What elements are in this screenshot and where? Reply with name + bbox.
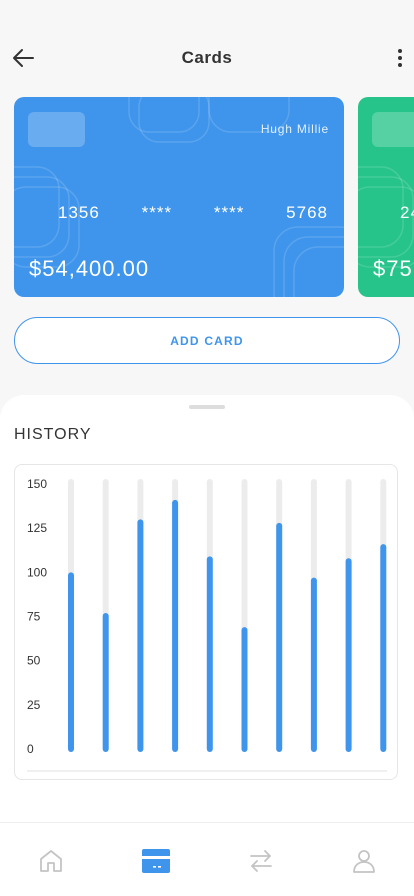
- nav-item-profile[interactable]: [344, 845, 384, 877]
- history-bar[interactable]: [380, 544, 387, 752]
- y-tick-label: 75: [27, 610, 41, 624]
- cards-carousel[interactable]: Hugh Millie 1356 **** **** 5768 $54,400.…: [14, 97, 414, 297]
- card-balance: $75: [373, 256, 413, 281]
- history-bar[interactable]: [310, 577, 317, 752]
- history-title: HISTORY: [14, 426, 92, 443]
- card-chip: [372, 112, 414, 147]
- y-tick-label: 25: [27, 698, 41, 712]
- credit-card[interactable]: 24 $75: [358, 97, 414, 297]
- transfer-icon: [250, 850, 272, 872]
- y-tick-label: 0: [27, 742, 34, 756]
- nav-item-cards[interactable]: [136, 845, 176, 877]
- history-bar[interactable]: [68, 572, 74, 752]
- history-bar[interactable]: [276, 522, 283, 752]
- history-chart: 0 25 50 75 100 125 150: [14, 464, 398, 780]
- profile-icon: [353, 850, 375, 873]
- history-bar-chart: 0 25 50 75 100 125 150: [27, 477, 387, 772]
- history-sheet: HISTORY 0 25 50 75 100 125 150: [0, 395, 414, 825]
- history-bar[interactable]: [206, 556, 213, 752]
- card-number-group: 1356: [58, 203, 100, 222]
- page-title: Cards: [181, 48, 233, 67]
- card-number-group: ****: [141, 203, 173, 222]
- more-options-button[interactable]: [392, 44, 408, 72]
- y-tick-label: 50: [27, 654, 41, 668]
- y-tick-label: 100: [27, 565, 47, 579]
- history-bar[interactable]: [345, 558, 352, 752]
- home-icon: [40, 850, 62, 872]
- card-number-group: 24: [400, 203, 414, 222]
- sheet-drag-handle[interactable]: [189, 405, 225, 409]
- card-icon: [142, 849, 170, 873]
- card-number: 1356 **** **** 5768: [58, 203, 328, 223]
- card-balance: $54,400.00: [29, 256, 150, 281]
- y-tick-label: 125: [27, 521, 47, 535]
- more-vertical-icon: [398, 49, 402, 67]
- card-number-group: ****: [213, 203, 245, 222]
- history-bar[interactable]: [137, 519, 144, 752]
- bottom-navigation: [0, 822, 414, 896]
- y-tick-label: 150: [27, 477, 47, 491]
- nav-item-home[interactable]: [31, 845, 71, 877]
- history-bar[interactable]: [172, 499, 179, 752]
- card-number-group: 5768: [286, 203, 328, 222]
- history-bar[interactable]: [241, 627, 248, 752]
- card-number: 24: [400, 203, 414, 223]
- add-card-button[interactable]: ADD CARD: [14, 317, 400, 364]
- history-bar[interactable]: [102, 612, 109, 752]
- credit-card[interactable]: Hugh Millie 1356 **** **** 5768 $54,400.…: [14, 97, 344, 297]
- card-holder-name: Hugh Millie: [260, 122, 329, 136]
- card-chip: [28, 112, 85, 147]
- nav-item-transfer[interactable]: [241, 845, 281, 877]
